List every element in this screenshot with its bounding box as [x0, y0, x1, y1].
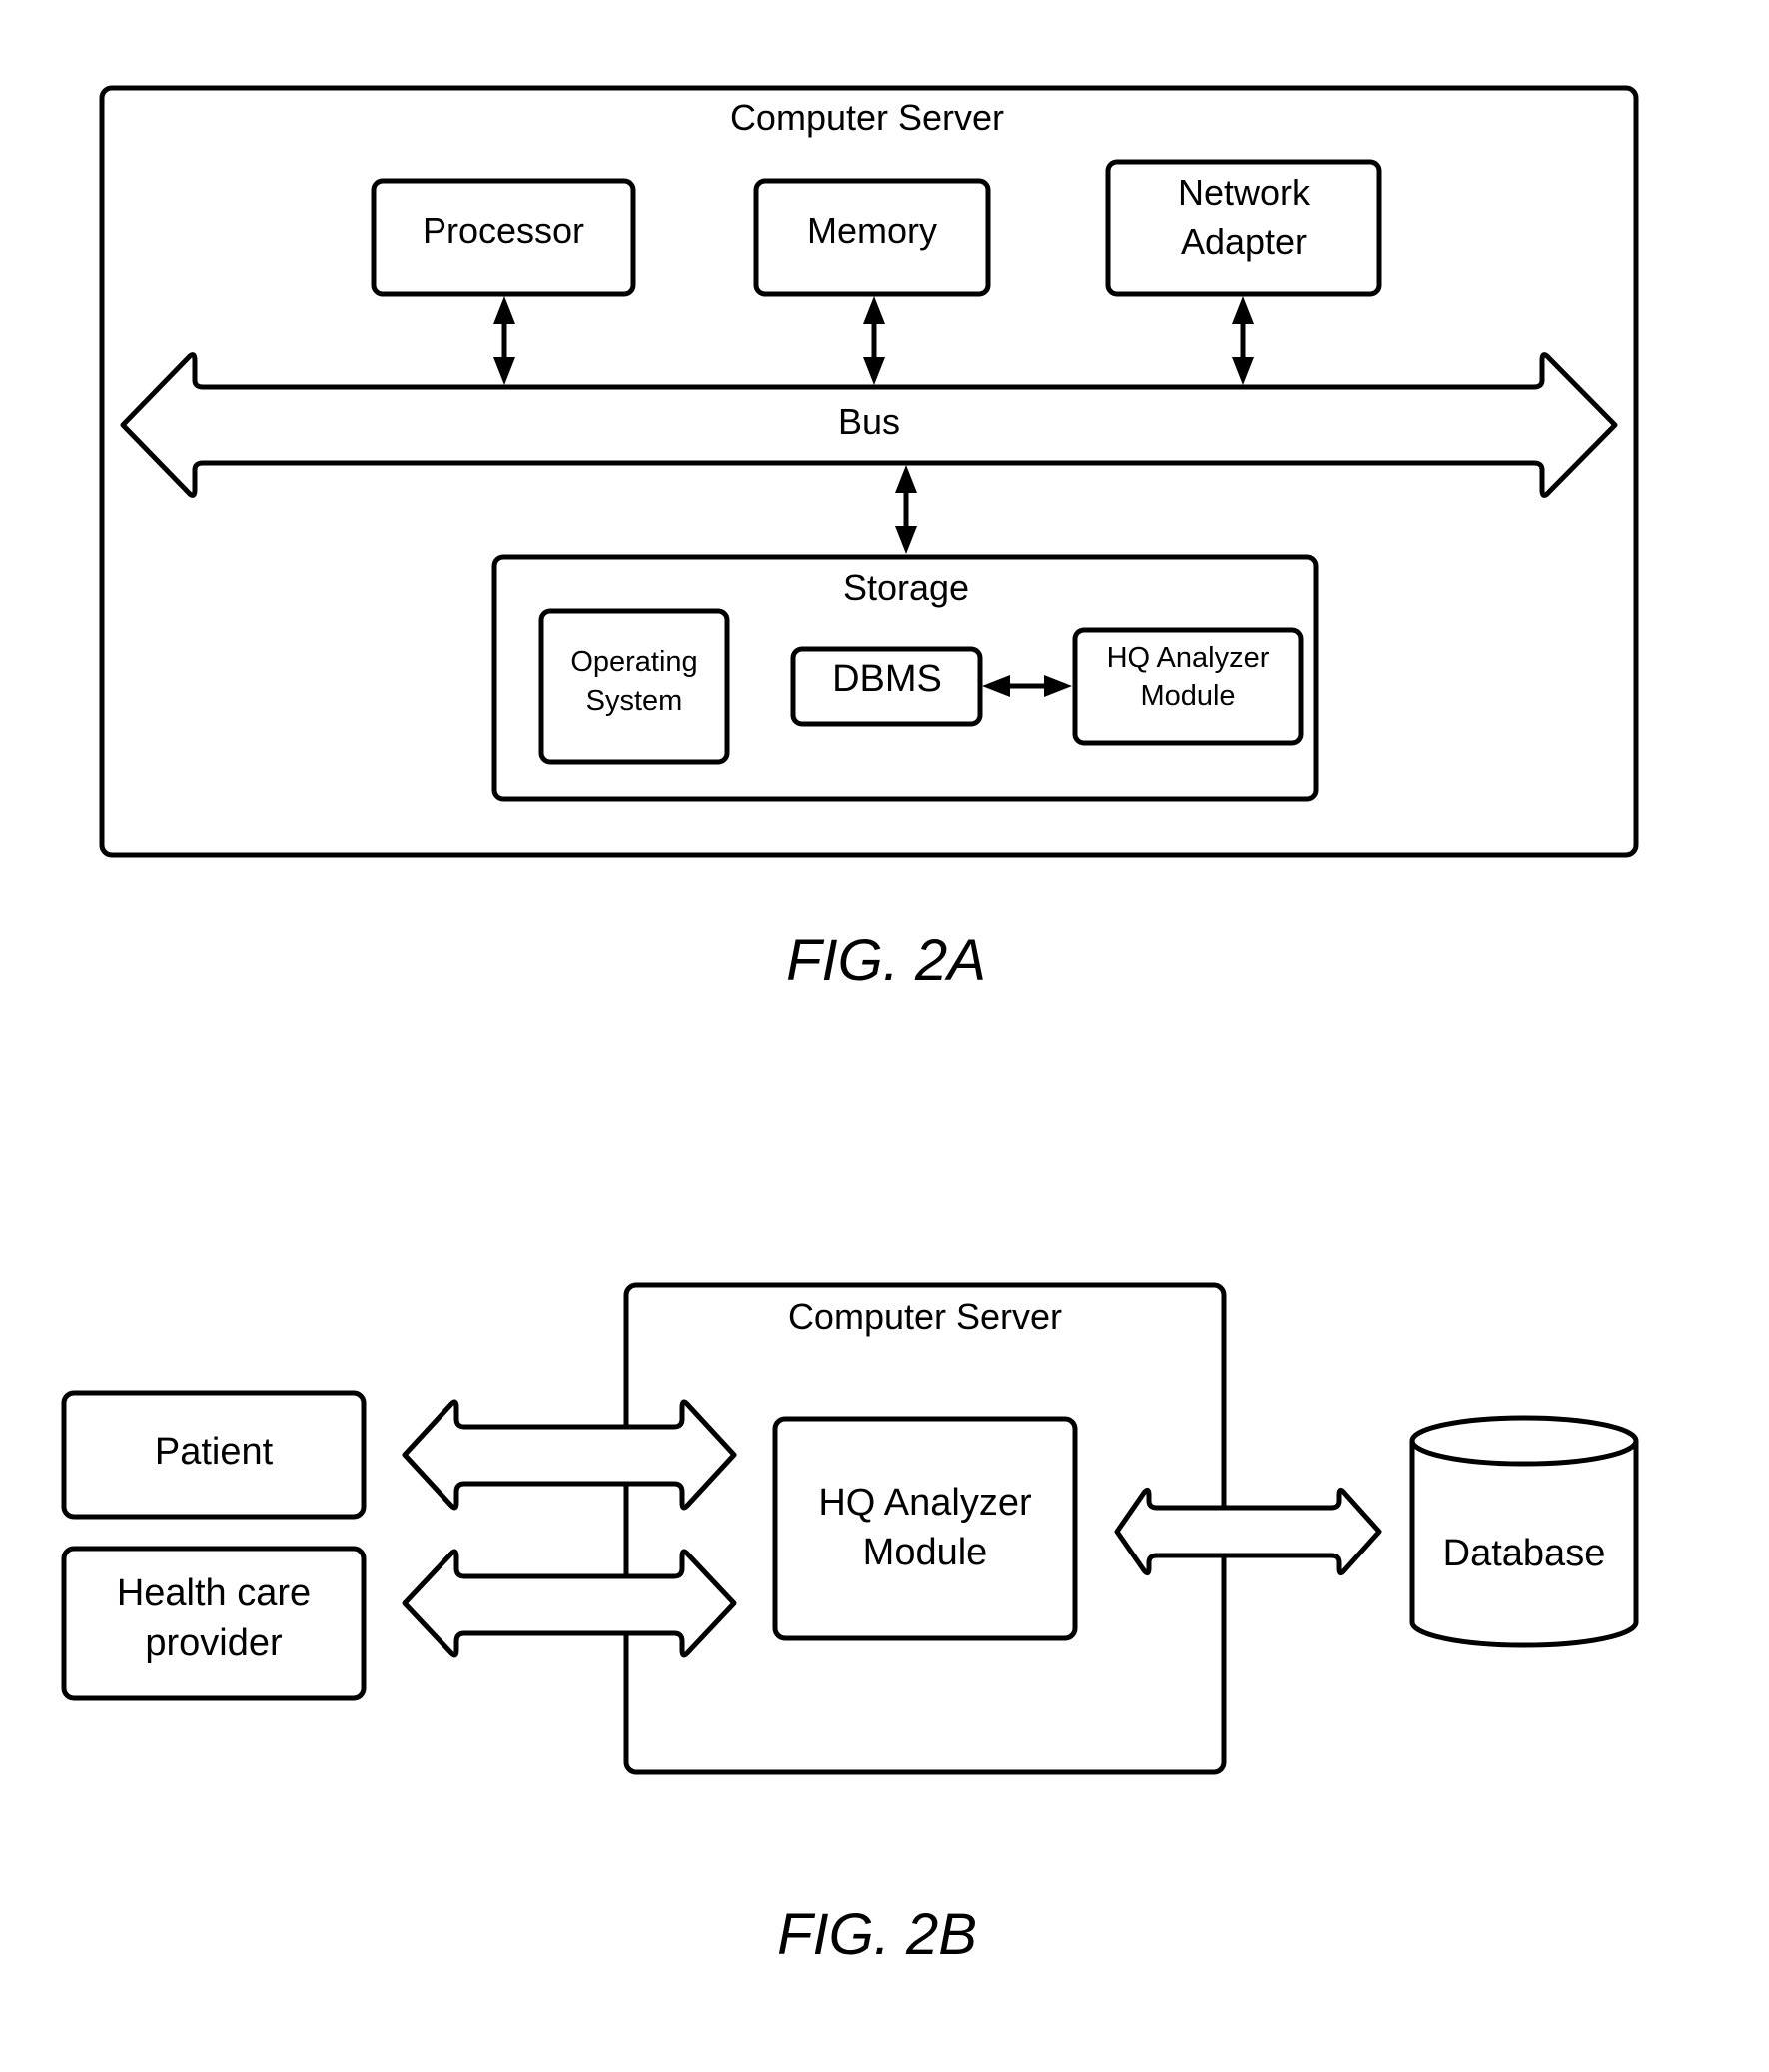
storage-label: Storage: [843, 567, 969, 608]
health-care-provider-label-line1: Health care: [117, 1572, 311, 1614]
database-label: Database: [1443, 1533, 1606, 1574]
figure-2a: Computer Server Processor Memory Network…: [99, 85, 1639, 993]
health-care-provider-server-arrow: [402, 1549, 737, 1658]
network-adapter-label-line2: Adapter: [1181, 221, 1307, 262]
operating-system-label-line1: Operating: [570, 646, 697, 678]
network-adapter-label-line1: Network: [1178, 172, 1311, 213]
figure-2b: Patient Health care provider Computer Se…: [61, 1282, 1639, 1967]
memory-label: Memory: [807, 210, 937, 251]
hq-analyzer-label-line2: Module: [1140, 680, 1235, 712]
patient-label: Patient: [155, 1431, 274, 1473]
patient-server-arrow: [402, 1399, 737, 1511]
database-cylinder-icon: [1409, 1415, 1639, 1648]
hq-analyzer-label-line1: HQ Analyzer: [1107, 642, 1270, 674]
hq-analyzer-label-2b-line2: Module: [863, 1532, 988, 1573]
patent-figure-sheet: Computer Server Processor Memory Network…: [61, 85, 1639, 1967]
figure-2a-caption: FIG. 2A: [786, 928, 986, 993]
hq-analyzer-label-2b-line1: HQ Analyzer: [818, 1482, 1032, 1524]
dbms-label: DBMS: [832, 658, 942, 700]
figure-2b-caption: FIG. 2B: [777, 1902, 977, 1967]
bus-label: Bus: [838, 401, 900, 442]
hq-analyzer-module-box-2b: [772, 1416, 1078, 1641]
processor-label: Processor: [423, 210, 584, 251]
health-care-provider-label-line2: provider: [145, 1622, 283, 1664]
computer-server-label-2b: Computer Server: [788, 1296, 1062, 1337]
operating-system-label-line2: System: [586, 685, 683, 717]
computer-server-label: Computer Server: [730, 97, 1004, 138]
